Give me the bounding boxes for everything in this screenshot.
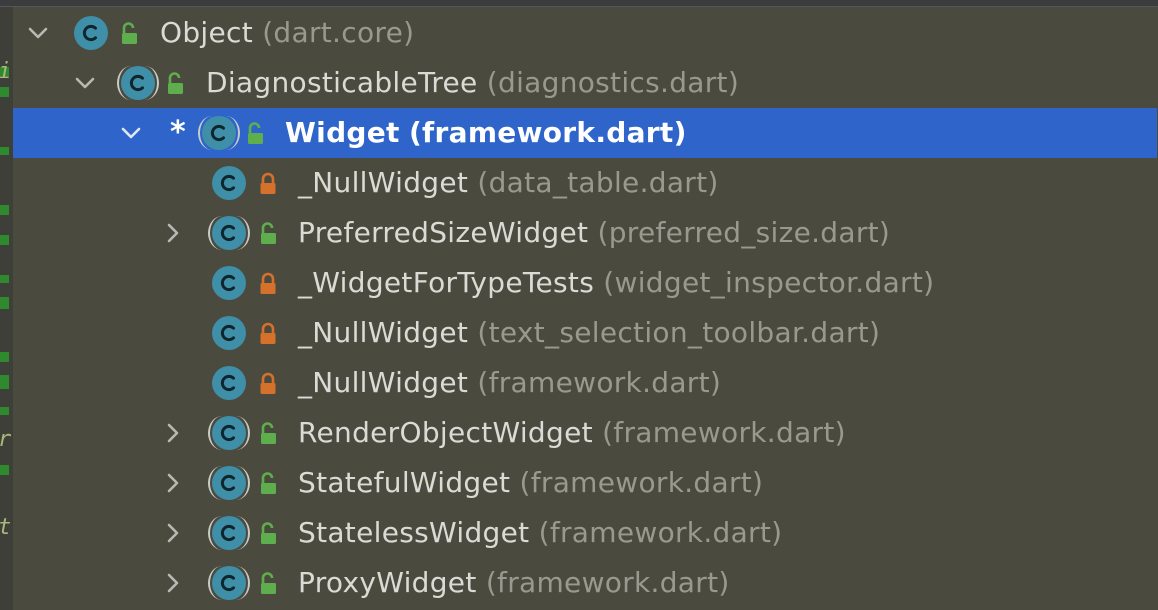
chevron-right-icon[interactable]: [158, 458, 188, 508]
tree-node-object[interactable]: Object (dart.core): [13, 8, 1157, 58]
gutter-code-fragment: i: [0, 59, 11, 84]
class-c-icon: [212, 166, 246, 200]
gutter-change-marker: [0, 297, 9, 309]
file-name: (framework.dart): [408, 116, 687, 149]
tree-node-renderobjectwidget[interactable]: RenderObjectWidget (framework.dart): [13, 408, 1157, 458]
file-name: (framework.dart): [477, 366, 722, 399]
node-label: StatefulWidget (framework.dart): [298, 458, 763, 508]
class-c-icon: [74, 16, 108, 50]
node-label: _NullWidget (text_selection_toolbar.dart…: [298, 308, 880, 358]
class-c-icon: [212, 266, 246, 300]
unlocked-icon: [248, 122, 263, 144]
class-name: StatefulWidget: [298, 466, 511, 499]
unlocked-icon: [261, 522, 276, 544]
class-name: Object: [160, 16, 253, 49]
class-name: StatelessWidget: [298, 516, 530, 549]
class-name: _NullWidget: [298, 316, 469, 349]
node-label: PreferredSizeWidget (preferred_size.dart…: [298, 208, 890, 258]
file-name: (widget_inspector.dart): [603, 266, 935, 299]
class-name: ProxyWidget: [298, 566, 477, 599]
node-label: _NullWidget (data_table.dart): [298, 158, 719, 208]
abstract-class-icon: [208, 516, 250, 550]
gutter-change-marker: [0, 375, 9, 389]
unlocked-icon: [122, 22, 137, 44]
abstract-class-icon: [208, 566, 250, 600]
tree-node-widgetfortypetests[interactable]: _WidgetForTypeTests (widget_inspector.da…: [13, 258, 1157, 308]
current-type-marker: *: [170, 115, 186, 150]
class-name: Widget: [285, 116, 400, 149]
locked-icon: [260, 272, 276, 294]
chevron-down-icon[interactable]: [116, 108, 146, 158]
node-label: Object (dart.core): [160, 8, 414, 58]
unlocked-icon: [261, 222, 276, 244]
chevron-down-icon[interactable]: [70, 58, 100, 108]
node-label: StatelessWidget (framework.dart): [298, 508, 782, 558]
abstract-class-icon: [208, 466, 250, 500]
file-name: (framework.dart): [519, 466, 764, 499]
node-label: _WidgetForTypeTests (widget_inspector.da…: [298, 258, 934, 308]
chevron-right-icon[interactable]: [158, 208, 188, 258]
panel-top-border: [0, 0, 1158, 7]
gutter-change-marker: [0, 205, 9, 215]
file-name: (dart.core): [262, 16, 415, 49]
class-name: _NullWidget: [298, 366, 469, 399]
tree-node-nullwidget[interactable]: _NullWidget (framework.dart): [13, 358, 1157, 408]
abstract-class-icon: [208, 216, 250, 250]
unlocked-icon: [261, 572, 276, 594]
tree-node-nullwidget[interactable]: _NullWidget (text_selection_toolbar.dart…: [13, 308, 1157, 358]
chevron-right-icon[interactable]: [158, 408, 188, 458]
file-name: (preferred_size.dart): [597, 216, 891, 249]
file-name: (framework.dart): [538, 516, 783, 549]
node-label: ProxyWidget (framework.dart): [298, 558, 730, 608]
gutter-code-fragment: t: [0, 515, 11, 540]
locked-icon: [260, 372, 276, 394]
hierarchy-panel: i r t Object (dart.core): [0, 0, 1158, 610]
class-name: PreferredSizeWidget: [298, 216, 589, 249]
node-label: RenderObjectWidget (framework.dart): [298, 408, 846, 458]
node-label: Widget (framework.dart): [285, 108, 687, 158]
gutter-change-marker: [0, 407, 9, 415]
node-label: _NullWidget (framework.dart): [298, 358, 721, 408]
gutter-change-marker: [0, 352, 9, 362]
unlocked-icon: [168, 72, 183, 94]
abstract-class-icon: [117, 66, 159, 100]
abstract-class-icon: [198, 116, 240, 150]
file-name: (text_selection_toolbar.dart): [477, 316, 881, 349]
gutter-change-marker: [0, 275, 9, 283]
gutter-change-marker: [0, 87, 9, 97]
gutter-change-marker: [0, 465, 9, 475]
editor-gutter: i r t: [0, 7, 13, 610]
unlocked-icon: [261, 422, 276, 444]
class-name: _NullWidget: [298, 166, 469, 199]
class-name: RenderObjectWidget: [298, 416, 593, 449]
tree-node-proxywidget[interactable]: ProxyWidget (framework.dart): [13, 558, 1157, 608]
class-c-icon: [212, 366, 246, 400]
chevron-right-icon[interactable]: [158, 558, 188, 608]
file-name: (framework.dart): [485, 566, 730, 599]
file-name: (framework.dart): [602, 416, 846, 449]
chevron-right-icon[interactable]: [158, 508, 188, 558]
gutter-code-fragment: r: [0, 427, 11, 452]
class-name: _WidgetForTypeTests: [298, 266, 595, 299]
gutter-change-marker: [0, 147, 9, 155]
node-label: DiagnosticableTree (diagnostics.dart): [206, 58, 739, 108]
file-name: (diagnostics.dart): [486, 66, 740, 99]
tree-node-diagnosticabletree[interactable]: DiagnosticableTree (diagnostics.dart): [13, 58, 1157, 108]
class-c-icon: [212, 316, 246, 350]
tree-node-nullwidget[interactable]: _NullWidget (data_table.dart): [13, 158, 1157, 208]
abstract-class-icon: [208, 416, 250, 450]
tree-node-statelesswidget[interactable]: StatelessWidget (framework.dart): [13, 508, 1157, 558]
tree-node-preferredsizewidget[interactable]: PreferredSizeWidget (preferred_size.dart…: [13, 208, 1157, 258]
tree-node-widget-selected[interactable]: * Widget (framework.dart): [13, 108, 1157, 158]
gutter-change-marker: [0, 235, 9, 245]
class-name: DiagnosticableTree: [206, 66, 478, 99]
chevron-down-icon[interactable]: [23, 8, 53, 58]
locked-icon: [260, 322, 276, 344]
file-name: (data_table.dart): [477, 166, 719, 199]
locked-icon: [260, 172, 276, 194]
tree-node-statefulwidget[interactable]: StatefulWidget (framework.dart): [13, 458, 1157, 508]
unlocked-icon: [261, 472, 276, 494]
